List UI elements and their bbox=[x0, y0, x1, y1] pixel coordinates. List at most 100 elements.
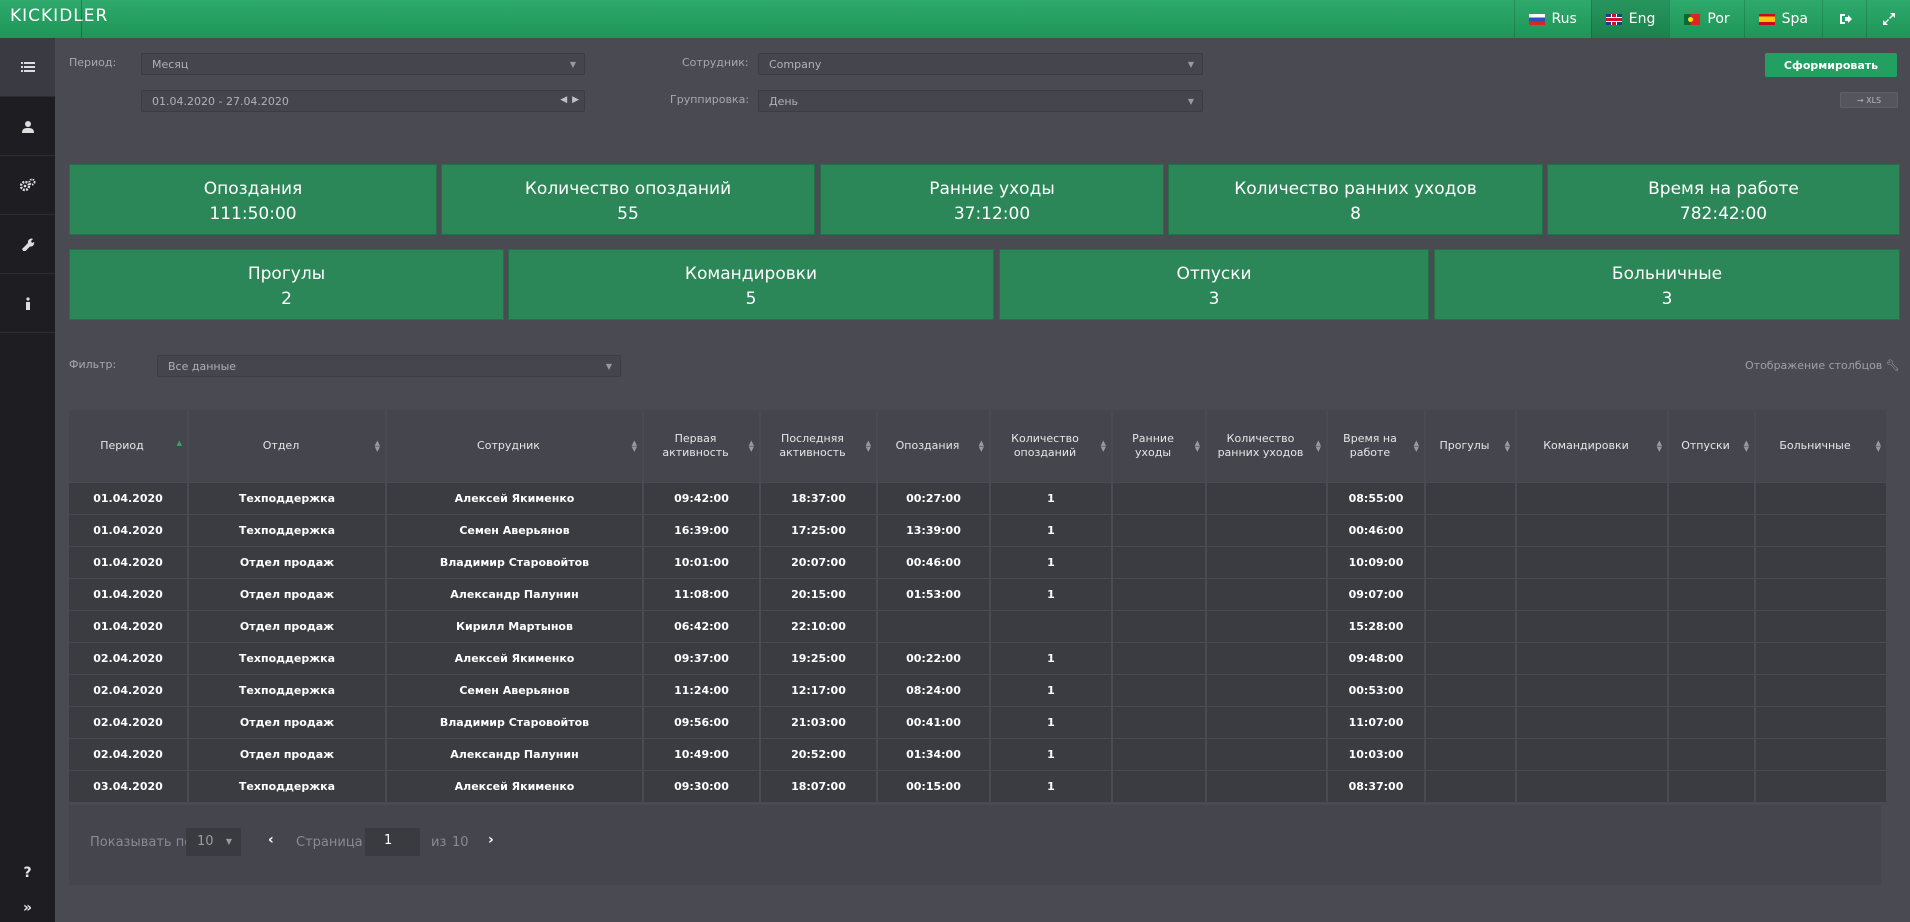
table-cell bbox=[1206, 513, 1328, 546]
table-cell: Техподдержка bbox=[188, 641, 387, 674]
portugal-flag-icon bbox=[1684, 13, 1701, 25]
sidebar-item-tools[interactable] bbox=[0, 215, 55, 274]
table-cell bbox=[1112, 673, 1207, 706]
sort-icon: ▲ ▼ bbox=[978, 439, 984, 453]
lang-eng-button[interactable]: Eng bbox=[1590, 0, 1670, 38]
table-cell: 01.04.2020 bbox=[69, 481, 189, 514]
stat-value: 55 bbox=[617, 204, 639, 224]
date-step-arrows-icon[interactable]: ◀ ▶ bbox=[560, 95, 580, 105]
lang-label: Por bbox=[1707, 11, 1730, 27]
table-row[interactable]: 01.04.2020 Отдел продаж Владимир Старовойт… bbox=[69, 545, 1888, 578]
table-cell: 03.04.2020 bbox=[69, 769, 189, 802]
lang-spa-button[interactable]: Spa bbox=[1743, 0, 1822, 38]
collapse-sidebar-button[interactable]: » bbox=[0, 888, 55, 922]
table-cell bbox=[1668, 513, 1756, 546]
table-filter-select[interactable]: Все данные ▼ bbox=[157, 355, 621, 377]
prev-page-button[interactable]: ‹ bbox=[268, 832, 274, 848]
grouping-select[interactable]: День ▼ bbox=[758, 90, 1203, 112]
column-header[interactable]: Время на работе ▲ ▼ bbox=[1327, 410, 1426, 482]
employee-select[interactable]: Company ▼ bbox=[758, 53, 1203, 75]
next-page-button[interactable]: › bbox=[488, 832, 494, 848]
table-row[interactable]: 02.04.2020 Отдел продаж Александр Палунин 1… bbox=[69, 737, 1888, 770]
page-size-label: Показывать по bbox=[90, 835, 193, 850]
table-cell: 1 bbox=[990, 481, 1113, 514]
help-button[interactable]: ? bbox=[0, 853, 55, 893]
sidebar-item-info[interactable] bbox=[0, 274, 55, 333]
column-header[interactable]: Первая активность ▲ ▼ bbox=[643, 410, 761, 482]
table-cell bbox=[1755, 609, 1888, 642]
sign-out-button[interactable] bbox=[1822, 0, 1866, 38]
column-header-label: Командировки bbox=[1543, 438, 1629, 452]
of-label: из bbox=[431, 835, 447, 850]
column-header[interactable]: Ранние уходы ▲ ▼ bbox=[1112, 410, 1207, 482]
lang-label: Rus bbox=[1551, 11, 1577, 27]
table-cell bbox=[1668, 609, 1756, 642]
table-row[interactable]: 01.04.2020 Техподдержка Алексей Якименко 09… bbox=[69, 481, 1888, 514]
table-cell: 09:30:00 bbox=[643, 769, 761, 802]
column-header[interactable]: Больничные ▲ ▼ bbox=[1755, 410, 1888, 482]
table-row[interactable]: 02.04.2020 Техподдержка Алексей Якименко 09… bbox=[69, 641, 1888, 674]
table-row[interactable]: 02.04.2020 Техподдержка Семен Аверьянов 11:… bbox=[69, 673, 1888, 706]
table-cell: Техподдержка bbox=[188, 481, 387, 514]
current-page-input[interactable]: 1 bbox=[365, 828, 420, 856]
column-header[interactable]: Период ▲ bbox=[69, 410, 189, 482]
wrench-icon: 🔧︎ bbox=[1885, 359, 1900, 372]
column-header[interactable]: Командировки ▲ ▼ bbox=[1516, 410, 1669, 482]
table-row[interactable]: 01.04.2020 Отдел продаж Александр Палунин 1… bbox=[69, 577, 1888, 610]
logo[interactable]: KICKIDLER bbox=[10, 6, 108, 26]
table-row[interactable]: 01.04.2020 Техподдержка Семен Аверьянов 16:… bbox=[69, 513, 1888, 546]
table-cell bbox=[1755, 737, 1888, 770]
stat-title: Время на работе bbox=[1648, 179, 1799, 199]
table-cell: 1 bbox=[990, 737, 1113, 770]
column-header[interactable]: Прогулы ▲ ▼ bbox=[1425, 410, 1517, 482]
sort-icon: ▲ ▼ bbox=[631, 439, 637, 453]
column-header[interactable]: Отдел ▲ ▼ bbox=[188, 410, 387, 482]
sort-icon: ▲ ▼ bbox=[1315, 439, 1321, 453]
sidebar-item-settings[interactable] bbox=[0, 156, 55, 215]
table-cell bbox=[1516, 673, 1669, 706]
period-label: Период: bbox=[69, 56, 117, 69]
date-range-input[interactable]: 01.04.2020 - 27.04.2020 ◀ ▶ bbox=[141, 90, 585, 112]
column-header-label: Время на работе bbox=[1343, 431, 1397, 459]
table-cell bbox=[1755, 769, 1888, 802]
table-body: 01.04.2020 Техподдержка Алексей Якименко 09… bbox=[69, 481, 1888, 802]
table-cell bbox=[1112, 545, 1207, 578]
table-cell bbox=[1112, 513, 1207, 546]
lang-por-button[interactable]: Por bbox=[1669, 0, 1743, 38]
column-header[interactable]: Последняя активность ▲ ▼ bbox=[760, 410, 878, 482]
table-row[interactable]: 03.04.2020 Техподдержка Алексей Якименко 09… bbox=[69, 769, 1888, 802]
sidebar-item-reports[interactable] bbox=[0, 38, 55, 97]
sort-icon: ▲ ▼ bbox=[1194, 439, 1200, 453]
table-cell: Владимир Старовойтов bbox=[386, 545, 644, 578]
table-cell: 1 bbox=[990, 673, 1113, 706]
table-row[interactable]: 01.04.2020 Отдел продаж Кирилл Мартынов 06:… bbox=[69, 609, 1888, 642]
sort-icon: ▲ ▼ bbox=[748, 439, 754, 453]
lang-rus-button[interactable]: Rus bbox=[1513, 0, 1591, 38]
sidebar-item-employees[interactable] bbox=[0, 97, 55, 156]
table-cell bbox=[1516, 609, 1669, 642]
column-header[interactable]: Опоздания ▲ ▼ bbox=[877, 410, 991, 482]
column-header[interactable]: Количество ранних уходов ▲ ▼ bbox=[1206, 410, 1328, 482]
column-header-label: Период bbox=[100, 438, 144, 452]
column-header[interactable]: Сотрудник ▲ ▼ bbox=[386, 410, 644, 482]
table-cell bbox=[1668, 705, 1756, 738]
table-row[interactable]: 02.04.2020 Отдел продаж Владимир Старовойт… bbox=[69, 705, 1888, 738]
column-visibility-link[interactable]: Отображение столбцов 🔧︎ bbox=[1745, 359, 1900, 372]
export-xls-button[interactable]: → XLS bbox=[1840, 92, 1898, 108]
table-cell: Александр Палунин bbox=[386, 577, 644, 610]
period-select[interactable]: Месяц ▼ bbox=[141, 53, 585, 75]
table-cell bbox=[1668, 545, 1756, 578]
table-cell: 20:07:00 bbox=[760, 545, 878, 578]
table-cell bbox=[877, 609, 991, 642]
expand-button[interactable] bbox=[1866, 0, 1910, 38]
table-cell: Александр Палунин bbox=[386, 737, 644, 770]
table-cell bbox=[1516, 577, 1669, 610]
generate-report-button[interactable]: Сформировать bbox=[1765, 53, 1897, 77]
table-cell: 01.04.2020 bbox=[69, 513, 189, 546]
stat-value: 782:42:00 bbox=[1679, 204, 1768, 224]
page-size-select[interactable]: 10 ▼ bbox=[186, 828, 241, 856]
stat-value: 37:12:00 bbox=[953, 204, 1031, 224]
column-header[interactable]: Количество опозданий ▲ ▼ bbox=[990, 410, 1113, 482]
column-header[interactable]: Отпуски ▲ ▼ bbox=[1668, 410, 1756, 482]
report-table: Период ▲ Отдел ▲ ▼ Сотрудник ▲ ▼ Первая активнос… bbox=[69, 410, 1888, 802]
